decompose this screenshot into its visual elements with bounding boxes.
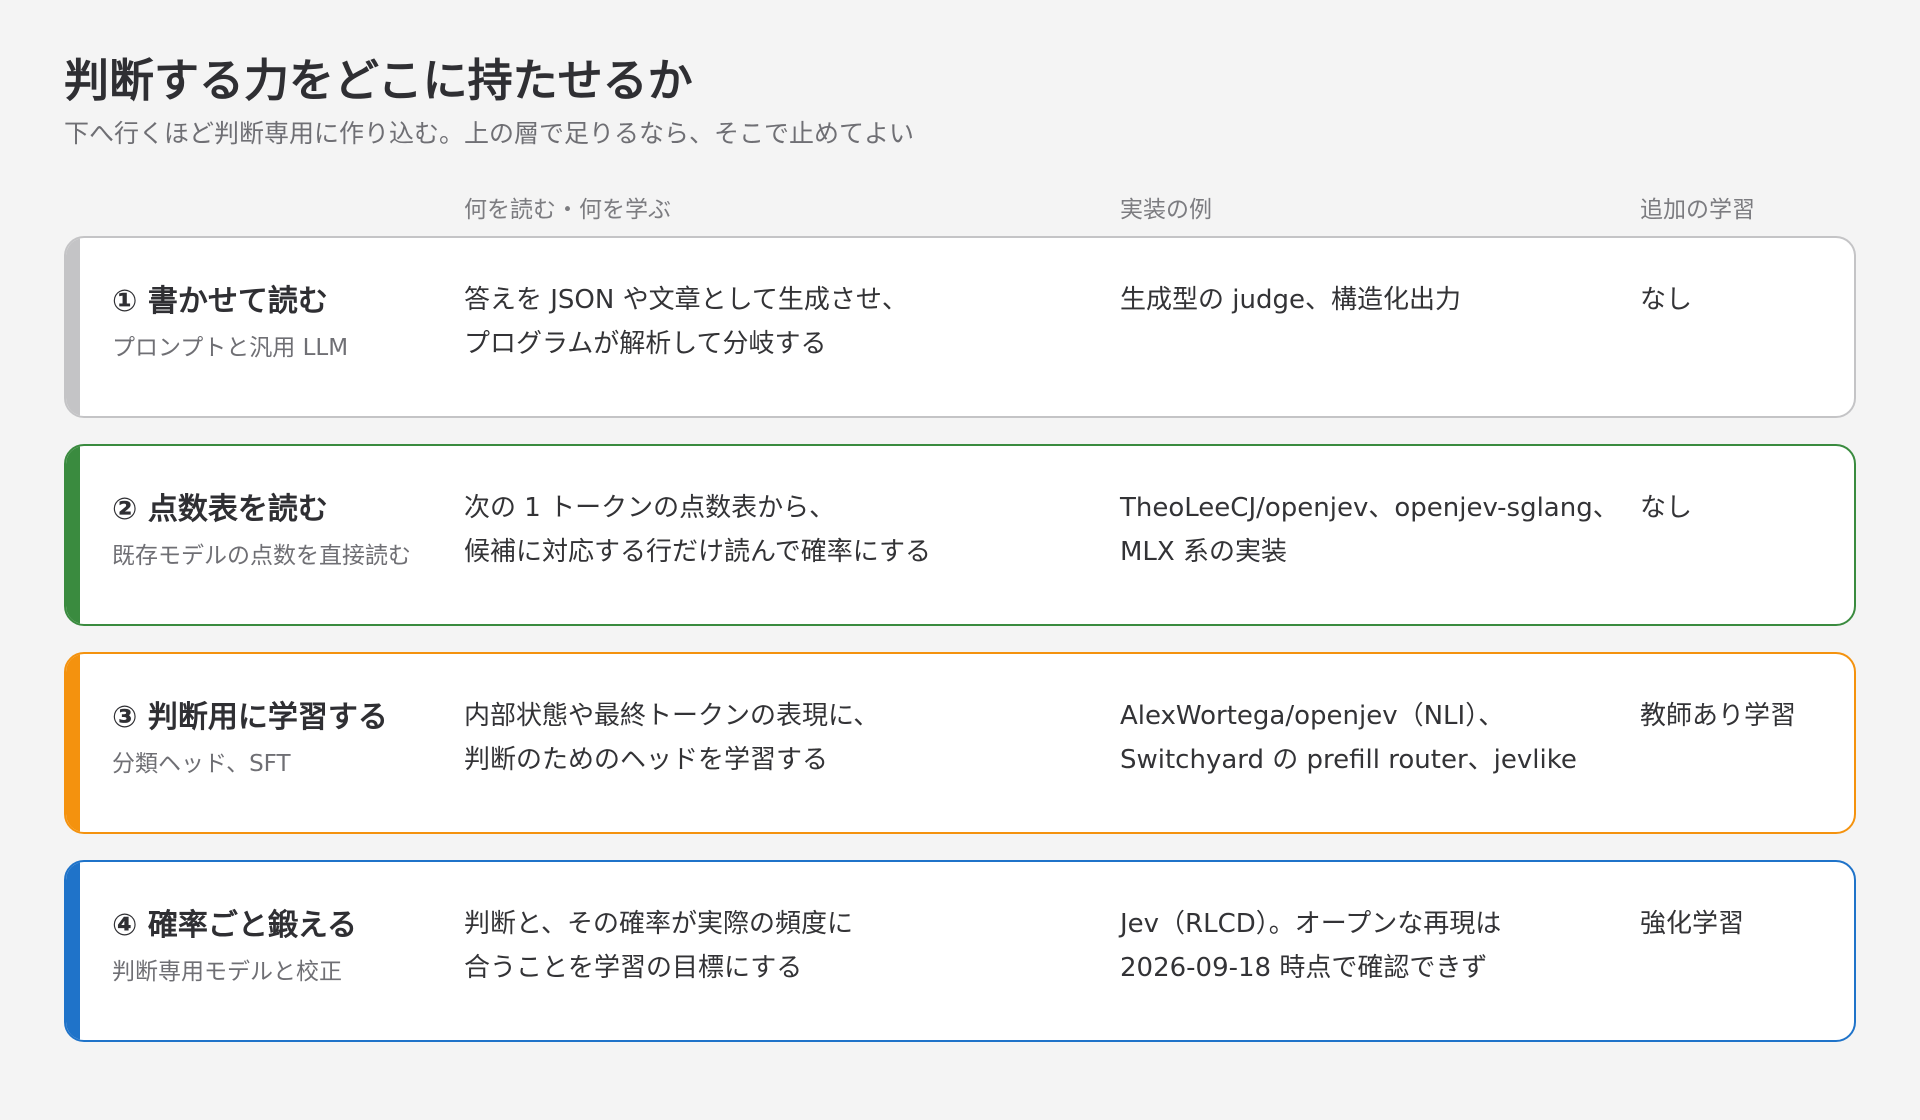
card-implementation-text: 生成型の judge、構造化出力 <box>1120 278 1461 322</box>
card-accent-bar <box>66 862 80 1040</box>
layer-card-4: ④ 確率ごと鍛える 判断専用モデルと校正 判断と、その確率が実際の頻度に 合うこ… <box>64 860 1856 1042</box>
layer-card-2: ② 点数表を読む 既存モデルの点数を直接読む 次の 1 トークンの点数表から、 … <box>64 444 1856 626</box>
card-read-line: 次の 1 トークンの点数表から、 <box>464 493 836 523</box>
card-extra-training: なし <box>1640 493 1693 523</box>
card-read-line: 答えを JSON や文章として生成させ、 <box>464 285 908 315</box>
card-read-text: 判断と、その確率が実際の頻度に 合うことを学習の目標にする <box>464 902 853 990</box>
card-implementation-text: AlexWortega/openjev（NLI）、 Switchyard の p… <box>1120 694 1577 782</box>
card-title: ② 点数表を読む <box>112 492 328 527</box>
card-read-line: 内部状態や最終トークンの表現に、 <box>464 701 880 731</box>
column-header-read: 何を読む・何を学ぶ <box>464 197 671 223</box>
card-extra-training: 教師あり学習 <box>1640 701 1797 731</box>
card-impl-line: 生成型の judge、構造化出力 <box>1120 285 1461 315</box>
card-implementation-text: Jev（RLCD）。オープンな再現は 2026-09-18 時点で確認できず <box>1120 902 1501 990</box>
layer-card-3: ③ 判断用に学習する 分類ヘッド、SFT 内部状態や最終トークンの表現に、 判断… <box>64 652 1856 834</box>
card-read-text: 内部状態や最終トークンの表現に、 判断のためのヘッドを学習する <box>464 694 879 782</box>
card-read-text: 次の 1 トークンの点数表から、 候補に対応する行だけ読んで確率にする <box>464 486 931 574</box>
column-header-implementation: 実装の例 <box>1120 197 1212 223</box>
layer-card-1: ① 書かせて読む プロンプトと汎用 LLM 答えを JSON や文章として生成さ… <box>64 236 1856 418</box>
card-subtitle: プロンプトと汎用 LLM <box>112 335 349 361</box>
card-subtitle: 判断専用モデルと校正 <box>112 959 342 985</box>
card-read-text: 答えを JSON や文章として生成させ、 プログラムが解析して分岐する <box>464 278 908 366</box>
card-implementation-text: TheoLeeCJ/openjev、openjev-sglang、 MLX 系の… <box>1120 486 1619 574</box>
card-title: ① 書かせて読む <box>112 284 328 319</box>
card-subtitle: 既存モデルの点数を直接読む <box>112 543 411 569</box>
card-accent-bar <box>66 238 80 416</box>
card-impl-line: MLX 系の実装 <box>1120 537 1287 567</box>
card-read-line: 候補に対応する行だけ読んで確率にする <box>464 537 931 567</box>
card-extra-training: 強化学習 <box>1640 909 1745 939</box>
card-accent-bar <box>66 654 80 832</box>
column-header-extra-training: 追加の学習 <box>1640 197 1755 223</box>
card-impl-line: TheoLeeCJ/openjev、openjev-sglang、 <box>1120 493 1619 523</box>
card-subtitle: 分類ヘッド、SFT <box>112 751 291 777</box>
card-impl-line: Switchyard の prefill router、jevlike <box>1120 745 1577 775</box>
card-accent-bar <box>66 446 80 624</box>
card-title: ③ 判断用に学習する <box>112 700 388 735</box>
card-impl-line: Jev（RLCD）。オープンな再現は <box>1120 909 1502 939</box>
card-impl-line: AlexWortega/openjev（NLI）、 <box>1120 701 1505 731</box>
card-title: ④ 確率ごと鍛える <box>112 908 357 943</box>
page-title: 判断する力をどこに持たせるか <box>64 54 693 107</box>
card-extra-training: なし <box>1640 285 1693 315</box>
page-subtitle: 下へ行くほど判断専用に作り込む。上の層で足りるなら、そこで止めてよい <box>64 119 915 148</box>
card-read-line: 判断と、その確率が実際の頻度に <box>464 909 853 939</box>
card-read-line: プログラムが解析して分岐する <box>464 329 827 359</box>
card-read-line: 合うことを学習の目標にする <box>464 953 803 983</box>
card-impl-line: 2026-09-18 時点で確認できず <box>1120 953 1488 983</box>
card-read-line: 判断のためのヘッドを学習する <box>464 745 829 775</box>
